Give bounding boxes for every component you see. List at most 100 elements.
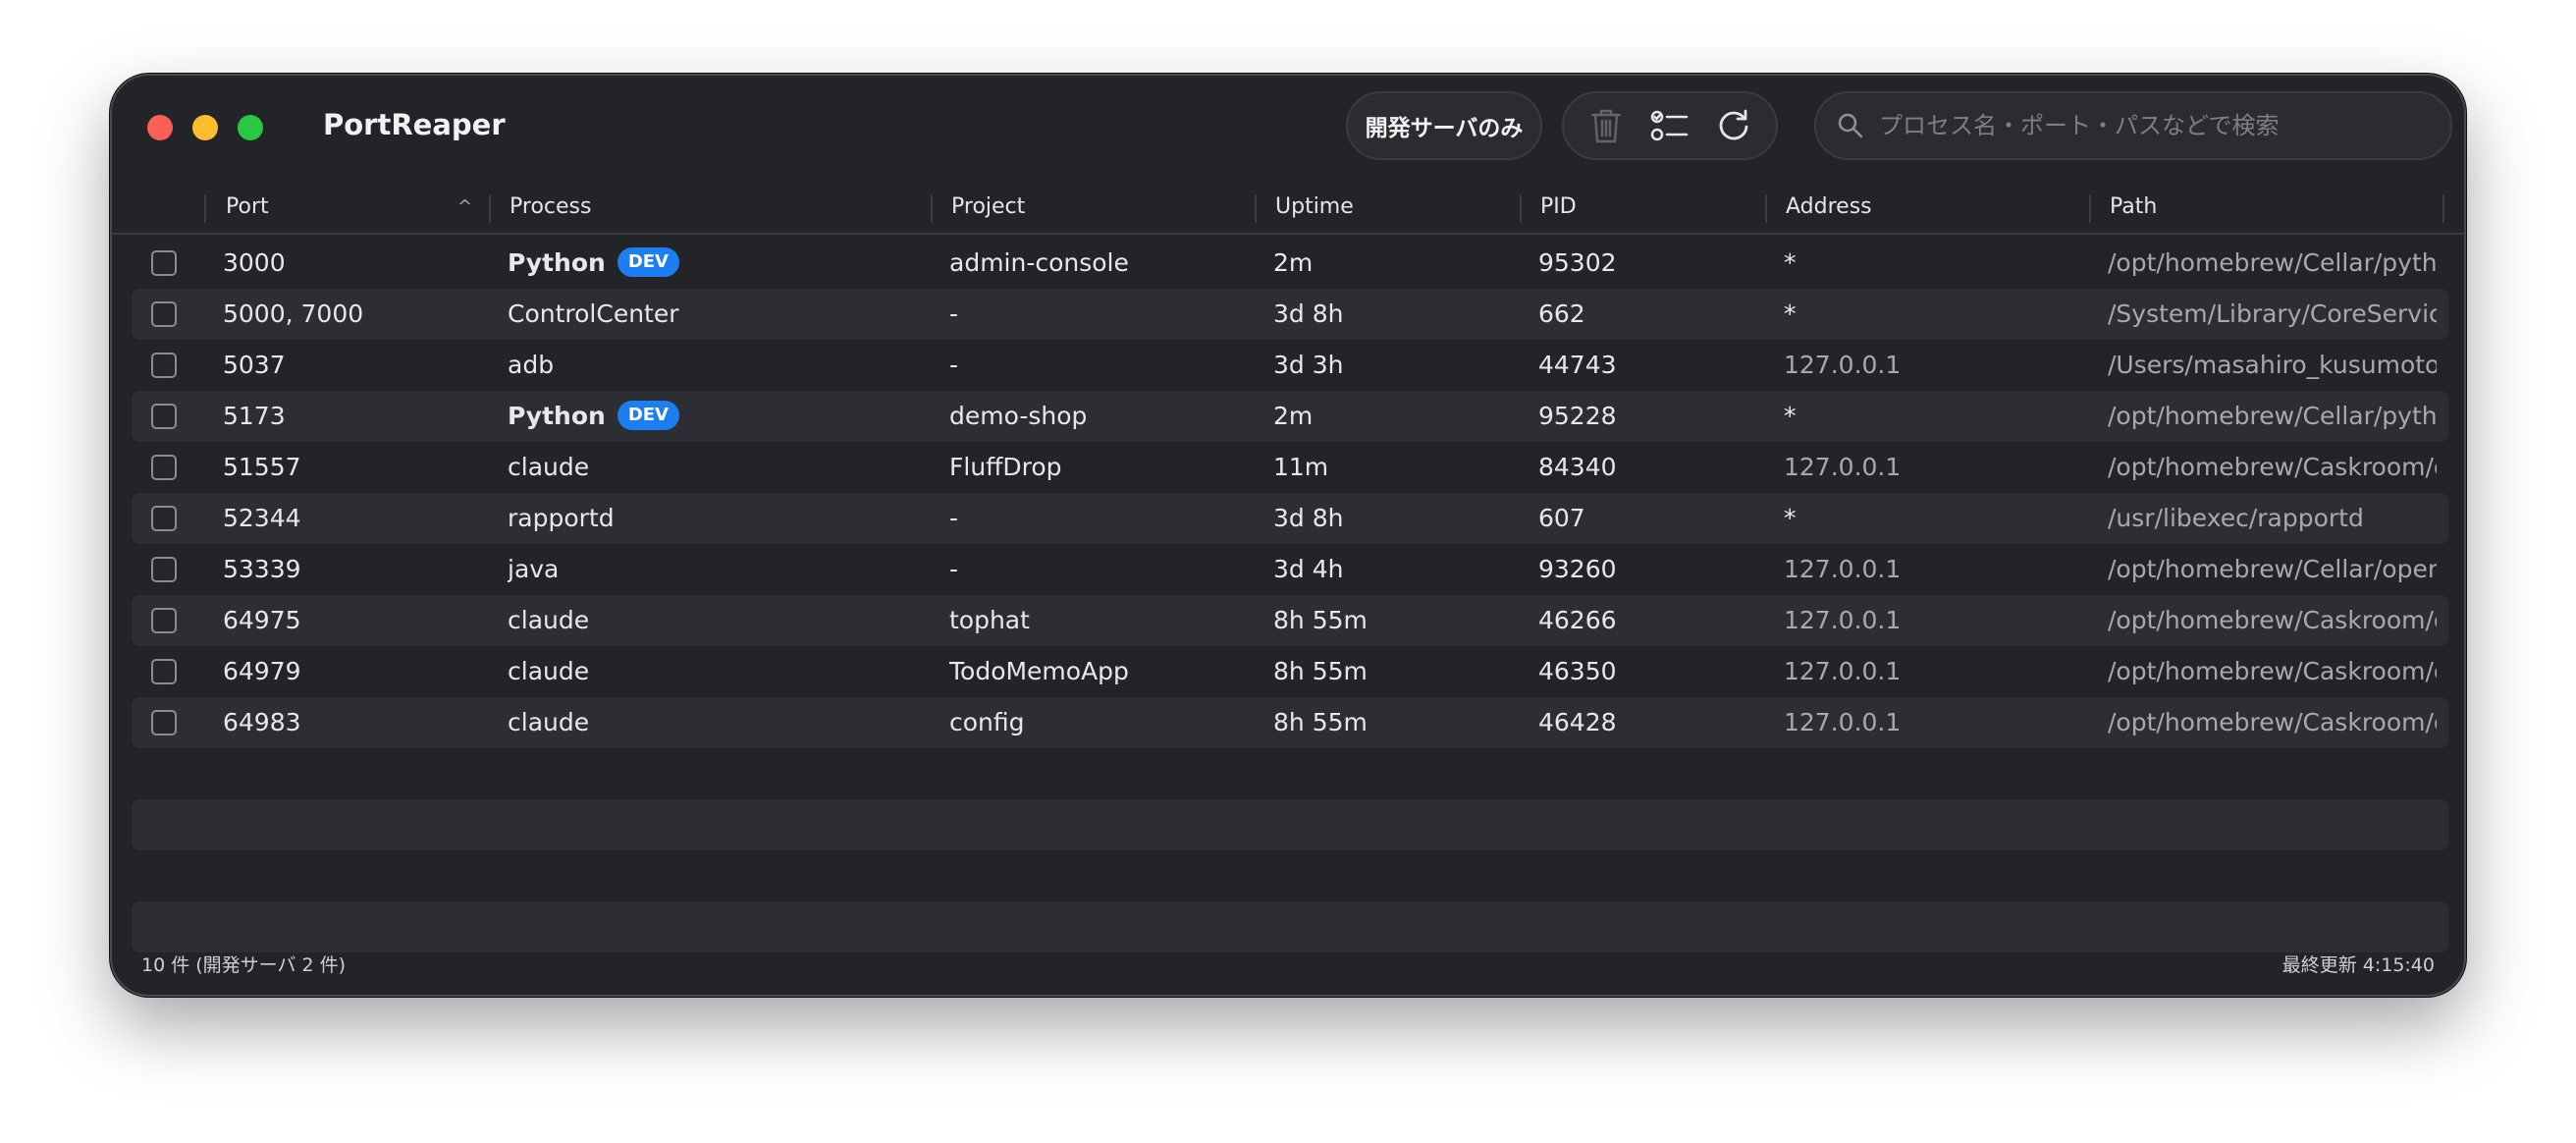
zoom-window-button[interactable] [238, 115, 263, 140]
select-button[interactable] [1646, 102, 1693, 149]
path-cell: /System/Library/CoreServices [2108, 299, 2437, 328]
process-name: java [508, 555, 560, 583]
process-cell: adb [508, 340, 930, 391]
port-cell: 5000, 7000 [223, 299, 364, 328]
row-checkbox[interactable] [151, 301, 177, 327]
uptime-cell: 11m [1273, 453, 1329, 481]
path-cell: /Users/masahiro_kusumoto/ [2108, 351, 2437, 379]
process-name: Python [508, 248, 606, 277]
process-cell: ControlCenter [508, 289, 930, 340]
empty-row [132, 799, 2448, 850]
delete-button[interactable] [1583, 102, 1630, 149]
chevron-up-icon: ^ [457, 196, 473, 217]
trash-icon [1590, 109, 1621, 143]
column-header-port[interactable]: Port [226, 184, 269, 231]
column-header-path[interactable]: Path [2110, 184, 2157, 231]
search-input[interactable] [1877, 111, 2431, 140]
port-cell: 52344 [223, 504, 301, 532]
uptime-cell: 2m [1273, 402, 1314, 430]
uptime-cell: 3d 3h [1273, 351, 1344, 379]
table-header: Port ^ Process Project Uptime PID Addres… [112, 184, 2464, 235]
row-checkbox[interactable] [151, 557, 177, 582]
row-checkbox[interactable] [151, 506, 177, 531]
uptime-cell: 8h 55m [1273, 657, 1368, 685]
port-cell: 64975 [223, 606, 301, 634]
column-header-pid[interactable]: PID [1540, 184, 1577, 231]
path-cell: /opt/homebrew/Cellar/openj [2108, 555, 2437, 583]
pid-cell: 95302 [1538, 248, 1617, 277]
column-separator [1255, 195, 1257, 223]
process-name: Python [508, 402, 606, 430]
table-row[interactable]: 64979 claude TodoMemoApp 8h 55m 46350 127.0.0… [132, 646, 2448, 697]
checklist-icon [1650, 110, 1689, 141]
row-checkbox[interactable] [151, 659, 177, 684]
table-row[interactable]: 51557 claude FluffDrop 11m 84340 127.0.0.1/op… [132, 442, 2448, 493]
column-separator [2442, 195, 2444, 223]
project-cell: - [949, 299, 959, 328]
column-header-process[interactable]: Process [510, 184, 591, 231]
path-cell: /opt/homebrew/Caskroom/c [2108, 453, 2437, 481]
table-row[interactable]: 53339 java - 3d 4h 93260 127.0.0.1/opt/homebr… [132, 544, 2448, 595]
project-cell: - [949, 504, 959, 532]
pid-cell: 46266 [1538, 606, 1617, 634]
column-separator [204, 195, 206, 223]
table-row[interactable]: 5037 adb - 3d 3h 44743 127.0.0.1/Users/masahi… [132, 340, 2448, 391]
process-count: 10 件 (開発サーバ 2 件) [141, 954, 347, 976]
title-bar: PortReaper 開発サーバのみ [112, 76, 2464, 184]
table-row[interactable]: 52344 rapportd - 3d 8h 607 * /usr/libexec/rapp… [132, 493, 2448, 544]
column-header-project[interactable]: Project [951, 184, 1025, 231]
row-checkbox[interactable] [151, 455, 177, 480]
table-row[interactable]: 64983 claude config 8h 55m 46428 127.0.0.1/op… [132, 697, 2448, 748]
process-cell: claude [508, 595, 930, 646]
pid-cell: 662 [1538, 299, 1585, 328]
project-cell: config [949, 708, 1025, 736]
process-table: 3000 Python DEV admin-console 2m 95302 * /opt/h… [132, 238, 2448, 952]
column-header-address[interactable]: Address [1786, 184, 1872, 231]
port-cell: 3000 [223, 248, 286, 277]
address-cell: 127.0.0.1 [1784, 351, 1902, 379]
path-cell: /opt/homebrew/Cellar/python [2108, 402, 2437, 430]
refresh-icon [1720, 109, 1748, 140]
port-cell: 53339 [223, 555, 301, 583]
project-cell: - [949, 351, 959, 379]
empty-row [132, 748, 2448, 799]
dev-only-filter-button[interactable]: 開発サーバのみ [1346, 91, 1542, 160]
row-checkbox[interactable] [151, 608, 177, 633]
address-cell: * [1784, 402, 1797, 430]
row-checkbox[interactable] [151, 353, 177, 378]
pid-cell: 607 [1538, 504, 1585, 532]
minimize-window-button[interactable] [192, 115, 218, 140]
pid-cell: 84340 [1538, 453, 1617, 481]
app-window: PortReaper 開発サーバのみ プロセス名・ポート・パスなどで検索 Por… [110, 74, 2466, 997]
project-cell: demo-shop [949, 402, 1088, 430]
uptime-cell: 3d 8h [1273, 299, 1344, 328]
uptime-cell: 8h 55m [1273, 606, 1368, 634]
table-row[interactable]: 5000, 7000 ControlCenter - 3d 8h 662 * /System… [132, 289, 2448, 340]
row-checkbox[interactable] [151, 250, 177, 276]
dev-badge: DEV [617, 247, 679, 277]
address-cell: * [1784, 299, 1797, 328]
search-field[interactable] [1814, 91, 2452, 160]
pid-cell: 46350 [1538, 657, 1617, 685]
path-cell: /usr/libexec/rapportd [2108, 504, 2364, 532]
port-cell: 64983 [223, 708, 301, 736]
table-row[interactable]: 64975 claude tophat 8h 55m 46266 127.0.0.1/op… [132, 595, 2448, 646]
process-name: claude [508, 657, 590, 685]
row-checkbox[interactable] [151, 710, 177, 735]
pid-cell: 44743 [1538, 351, 1617, 379]
uptime-cell: 8h 55m [1273, 708, 1368, 736]
pid-cell: 95228 [1538, 402, 1617, 430]
column-separator [931, 195, 933, 223]
row-checkbox[interactable] [151, 404, 177, 429]
path-cell: /opt/homebrew/Caskroom/c [2108, 657, 2437, 685]
project-cell: TodoMemoApp [949, 657, 1129, 685]
table-row[interactable]: 3000 Python DEV admin-console 2m 95302 * /opt/h… [132, 238, 2448, 289]
refresh-button[interactable] [1710, 102, 1757, 149]
process-cell: claude [508, 646, 930, 697]
table-row[interactable]: 5173 Python DEV demo-shop 2m 95228 * /opt/homeb… [132, 391, 2448, 442]
process-cell: rapportd [508, 493, 930, 544]
address-cell: 127.0.0.1 [1784, 708, 1902, 736]
process-cell: claude [508, 442, 930, 493]
column-header-uptime[interactable]: Uptime [1275, 184, 1354, 231]
close-window-button[interactable] [147, 115, 173, 140]
